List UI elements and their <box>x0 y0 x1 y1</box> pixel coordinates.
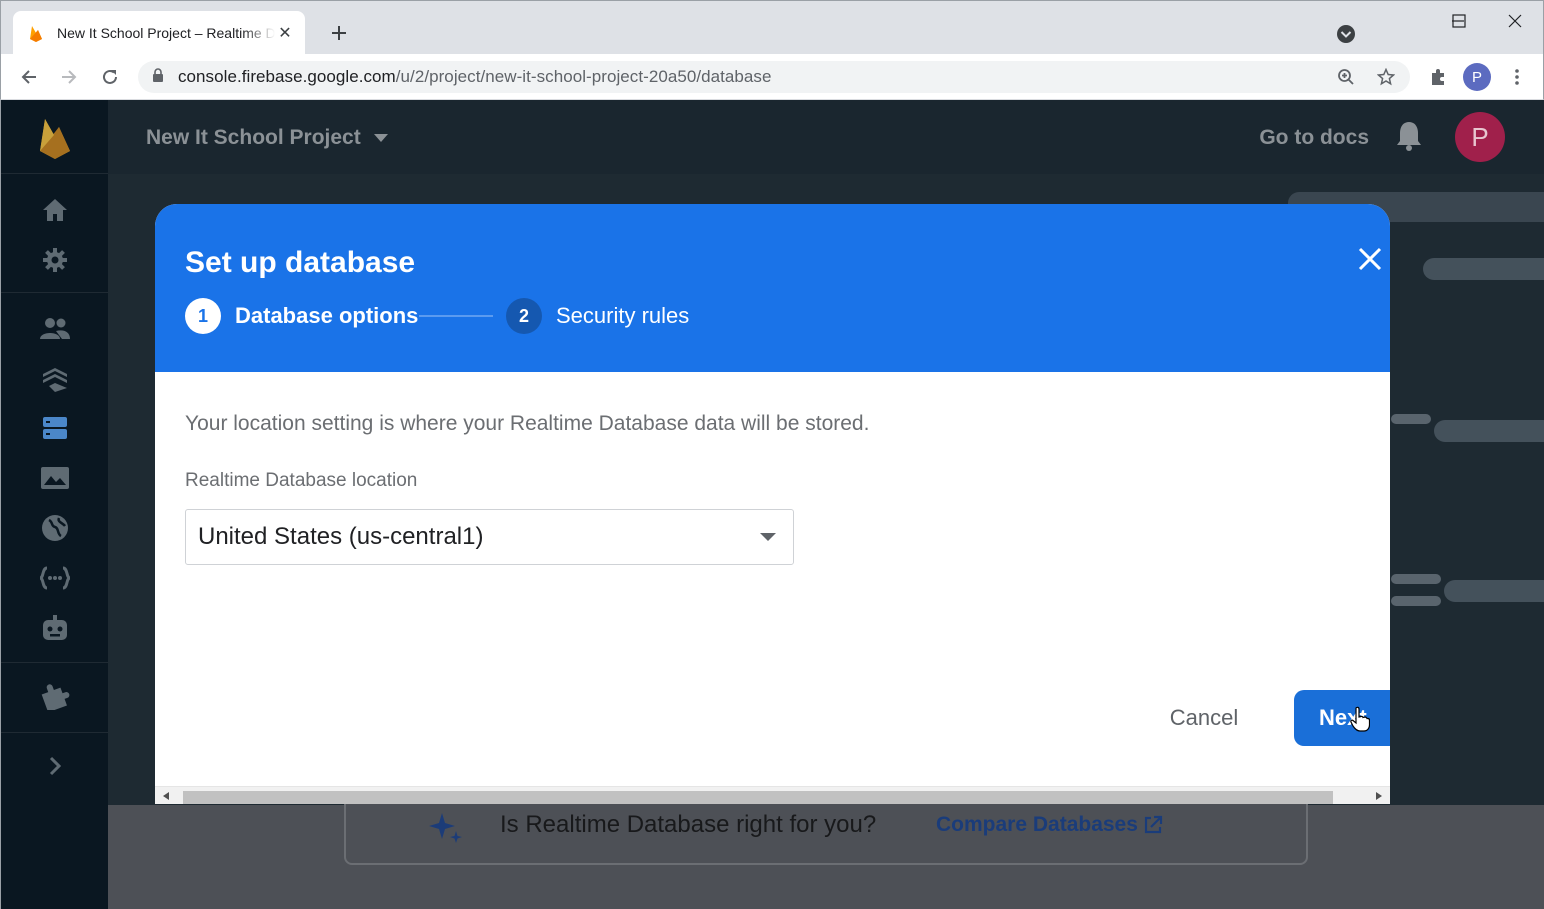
firebase-logo-icon[interactable] <box>1 100 108 174</box>
sparkle-icon <box>428 811 464 850</box>
step-database-options: 1 Database options <box>185 298 418 334</box>
setup-database-dialog: Set up database 1 Database options 2 Sec… <box>155 204 1390 804</box>
page-content: Is Realtime Database right for you? Comp… <box>108 795 1544 909</box>
decor-stripe <box>1423 258 1544 280</box>
functions-icon[interactable] <box>1 558 108 598</box>
location-select[interactable]: United States (us-central1) <box>185 509 794 565</box>
url-text: console.firebase.google.com/u/2/project/… <box>178 67 772 86</box>
bookmark-star-icon[interactable] <box>1372 61 1400 93</box>
next-button[interactable]: Next <box>1294 690 1390 746</box>
decor-stripe <box>1434 420 1544 442</box>
database-icon[interactable] <box>1 408 108 448</box>
reload-icon[interactable] <box>97 64 123 90</box>
sidebar-divider <box>1 732 108 733</box>
tab-search-icon[interactable] <box>1335 23 1357 45</box>
browser-toolbar: console.firebase.google.com/u/2/project/… <box>0 54 1544 100</box>
extensions-puzzle-icon[interactable] <box>1425 64 1451 90</box>
browser-tab-strip: New It School Project – Realtime Databas… <box>0 0 1544 55</box>
decor-stripe <box>1391 414 1431 424</box>
decor-stripe <box>1444 580 1544 602</box>
firestore-icon[interactable] <box>1 358 108 398</box>
gear-icon[interactable] <box>1 240 108 280</box>
go-to-docs-link[interactable]: Go to docs <box>1259 126 1369 150</box>
project-selector[interactable]: New It School Project <box>146 126 389 150</box>
home-icon[interactable] <box>1 190 108 230</box>
sidebar <box>1 100 108 909</box>
expand-icon[interactable] <box>1 746 108 786</box>
scroll-left-icon[interactable] <box>161 791 171 801</box>
project-name: New It School Project <box>146 126 361 149</box>
compare-databases-link[interactable]: Compare Databases <box>936 813 1164 837</box>
hosting-icon[interactable] <box>1 508 108 548</box>
sidebar-divider <box>1 662 108 663</box>
step-security-rules: 2 Security rules <box>506 298 689 334</box>
storage-icon[interactable] <box>1 458 108 498</box>
decor-stripe <box>1391 574 1441 584</box>
dialog-title: Set up database <box>185 246 416 279</box>
hand-cursor-icon <box>1350 706 1370 732</box>
lock-icon <box>152 67 164 87</box>
ml-icon[interactable] <box>1 608 108 648</box>
firebase-favicon-icon <box>27 24 45 42</box>
forward-icon[interactable] <box>56 64 82 90</box>
app-topbar: New It School Project Go to docs P <box>108 100 1544 174</box>
scrollbar-thumb[interactable] <box>183 791 1333 804</box>
browser-menu-icon[interactable] <box>1504 64 1530 90</box>
sidebar-divider <box>1 292 108 293</box>
users-icon[interactable] <box>1 308 108 348</box>
step-connector <box>419 315 493 317</box>
scroll-right-icon[interactable] <box>1374 791 1384 801</box>
step-number: 1 <box>185 298 221 334</box>
location-field-label: Realtime Database location <box>185 470 418 491</box>
back-icon[interactable] <box>16 64 42 90</box>
close-window-icon[interactable] <box>1501 9 1529 33</box>
tab-title: New It School Project – Realtime Databas… <box>57 25 275 41</box>
step-number: 2 <box>506 298 542 334</box>
address-bar[interactable]: console.firebase.google.com/u/2/project/… <box>138 61 1410 93</box>
chevron-down-icon <box>760 533 776 541</box>
browser-profile-avatar[interactable]: P <box>1463 63 1491 91</box>
tab-close-icon[interactable]: ✕ <box>275 23 295 43</box>
step-label: Security rules <box>556 303 690 328</box>
cancel-button[interactable]: Cancel <box>1149 698 1259 738</box>
open-in-new-icon <box>1144 815 1163 834</box>
location-select-value: United States (us-central1) <box>198 523 484 550</box>
extensions-icon[interactable] <box>1 676 108 716</box>
location-description: Your location setting is where your Real… <box>185 412 870 435</box>
notifications-bell-icon[interactable] <box>1395 120 1427 154</box>
browser-tab[interactable]: New It School Project – Realtime Databas… <box>13 11 305 55</box>
compare-databases-label: Compare Databases <box>936 813 1138 836</box>
compare-question: Is Realtime Database right for you? <box>500 811 877 838</box>
horizontal-scrollbar[interactable] <box>155 786 1390 804</box>
new-tab-icon[interactable] <box>327 21 351 45</box>
dialog-header: Set up database 1 Database options 2 Sec… <box>155 204 1390 372</box>
decor-stripe <box>1391 596 1441 606</box>
maximize-icon[interactable] <box>1445 9 1473 33</box>
compare-card: Is Realtime Database right for you? Comp… <box>344 795 1308 865</box>
zoom-icon[interactable] <box>1332 61 1360 93</box>
user-avatar[interactable]: P <box>1455 112 1505 162</box>
close-icon[interactable] <box>1355 244 1389 278</box>
caret-down-icon <box>373 134 388 142</box>
step-label: Database options <box>235 303 419 328</box>
